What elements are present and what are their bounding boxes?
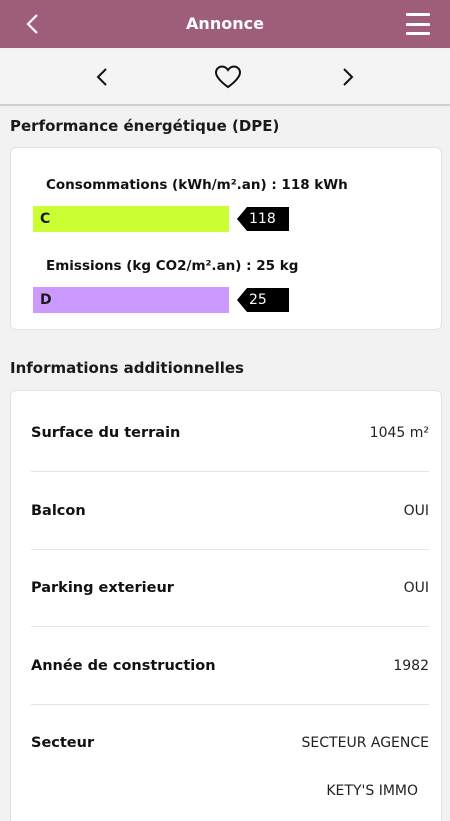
chevron-left-icon xyxy=(96,68,107,86)
heart-outline-icon xyxy=(214,65,242,89)
dpe-section-title: Performance énergétique (DPE) xyxy=(10,117,280,135)
info-row-value: 1982 xyxy=(393,658,429,674)
previous-listing-button[interactable] xyxy=(87,62,117,92)
emissions-label: Emissions (kg CO2/m².an) : 25 kg xyxy=(46,258,299,274)
info-section-title: Informations additionnelles xyxy=(10,359,244,377)
info-row: Année de construction 1982 xyxy=(31,628,429,705)
emissions-value-flag: 25 xyxy=(237,288,289,312)
info-row-label: Surface du terrain xyxy=(31,425,181,441)
info-row-value: OUI xyxy=(403,580,429,596)
info-row: Parking exterieur OUI xyxy=(31,550,429,627)
page-title: Annonce xyxy=(186,14,264,33)
emissions-class-bar: D xyxy=(33,287,229,313)
info-row-value: 1045 m² xyxy=(369,425,429,441)
app-header: Annonce xyxy=(0,0,450,48)
info-row: Secteur SECTEUR AGENCE xyxy=(31,705,429,782)
consumption-class-bar: C xyxy=(33,206,229,232)
info-row-label: Année de construction xyxy=(31,658,216,674)
dpe-card: Consommations (kWh/m².an) : 118 kWh C 11… xyxy=(10,147,442,330)
info-row: Surface du terrain 1045 m² xyxy=(31,395,429,472)
info-row: Balcon OUI xyxy=(31,473,429,550)
consumption-label: Consommations (kWh/m².an) : 118 kWh xyxy=(46,177,348,193)
chevron-right-icon xyxy=(343,68,354,86)
next-listing-button[interactable] xyxy=(333,62,363,92)
hamburger-menu-icon xyxy=(406,13,430,16)
info-row-label: Balcon xyxy=(31,503,86,519)
info-row-value: SECTEUR AGENCE xyxy=(301,735,429,751)
info-row-value: OUI xyxy=(403,503,429,519)
agency-name-value: KETY'S IMMO xyxy=(326,783,418,799)
info-row-label: Secteur xyxy=(31,735,95,751)
info-card: Surface du terrain 1045 m² Balcon OUI Pa… xyxy=(10,390,442,821)
listing-navigation xyxy=(0,50,450,106)
consumption-value-flag: 118 xyxy=(237,207,289,231)
info-row-label: Parking exterieur xyxy=(31,580,174,596)
favorite-button[interactable] xyxy=(213,62,243,92)
menu-button[interactable] xyxy=(406,13,430,35)
